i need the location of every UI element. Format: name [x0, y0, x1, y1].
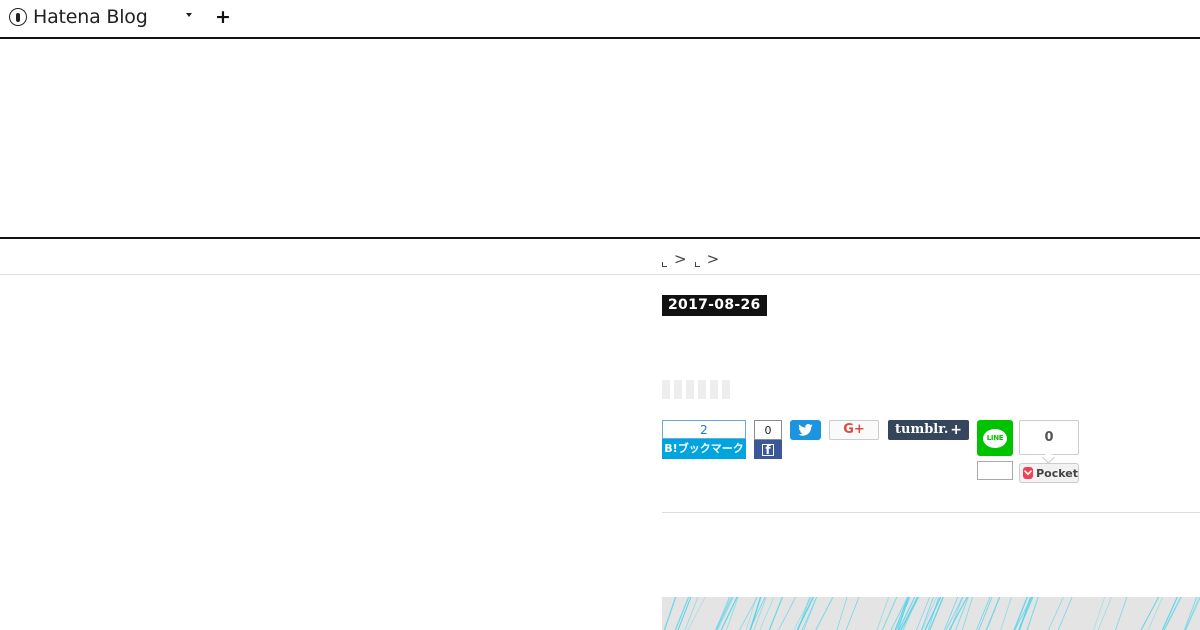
breadcrumb-separator: >	[674, 250, 687, 268]
pocket-save-button[interactable]: Pocket	[1019, 463, 1079, 483]
plus-icon[interactable]: +	[215, 6, 231, 28]
title-glyph	[662, 380, 670, 399]
pocket-count: 0	[1019, 420, 1079, 455]
line-icon: LINE	[983, 428, 1007, 448]
facebook-share-count: 0	[754, 420, 782, 440]
twitter-share-button[interactable]	[790, 420, 821, 440]
pocket-icon	[1023, 467, 1034, 479]
entry-title[interactable]	[662, 380, 734, 399]
divider	[662, 512, 1200, 513]
line-share-button[interactable]: LINE	[977, 420, 1013, 456]
plus-icon: +	[950, 422, 962, 438]
pocket-label: Pocket	[1036, 466, 1078, 480]
facebook-share-button[interactable]: 0 f	[754, 420, 782, 459]
divider	[0, 274, 1200, 275]
entry-image[interactable]	[662, 597, 1200, 630]
tumblr-share-button[interactable]: tumblr. +	[888, 420, 969, 440]
hatena-bookmark-button[interactable]: 2 B!ブックマーク	[662, 420, 746, 459]
title-glyph	[710, 380, 718, 399]
top-navbar: Hatena Blog +	[0, 0, 1200, 39]
tumblr-label: tumblr.	[895, 422, 949, 437]
line-share-count	[977, 461, 1013, 480]
facebook-icon: f	[762, 443, 774, 456]
twitter-icon	[798, 424, 813, 436]
hatena-bookmark-count[interactable]: 2	[662, 420, 746, 439]
title-glyph	[698, 380, 706, 399]
breadcrumb-item[interactable]	[662, 261, 667, 267]
hatena-blog-logo[interactable]: Hatena Blog	[9, 7, 148, 27]
hatena-bookmark-label[interactable]: B!ブックマーク	[662, 439, 746, 459]
title-glyph	[686, 380, 694, 399]
blog-header	[0, 39, 1200, 239]
title-glyph	[722, 380, 730, 399]
breadcrumb: > >	[662, 250, 727, 268]
entry-date[interactable]: 2017-08-26	[662, 295, 767, 316]
title-glyph	[674, 380, 682, 399]
rain-pattern-image	[662, 597, 1200, 630]
facebook-icon-box[interactable]: f	[754, 440, 782, 459]
chevron-down-icon[interactable]	[186, 13, 192, 17]
hatena-logo-icon	[9, 8, 27, 26]
breadcrumb-separator: >	[706, 250, 720, 268]
brand-name: Hatena Blog	[33, 6, 148, 28]
google-plus-share-button[interactable]: G+	[829, 420, 879, 440]
breadcrumb-item[interactable]	[694, 261, 700, 267]
